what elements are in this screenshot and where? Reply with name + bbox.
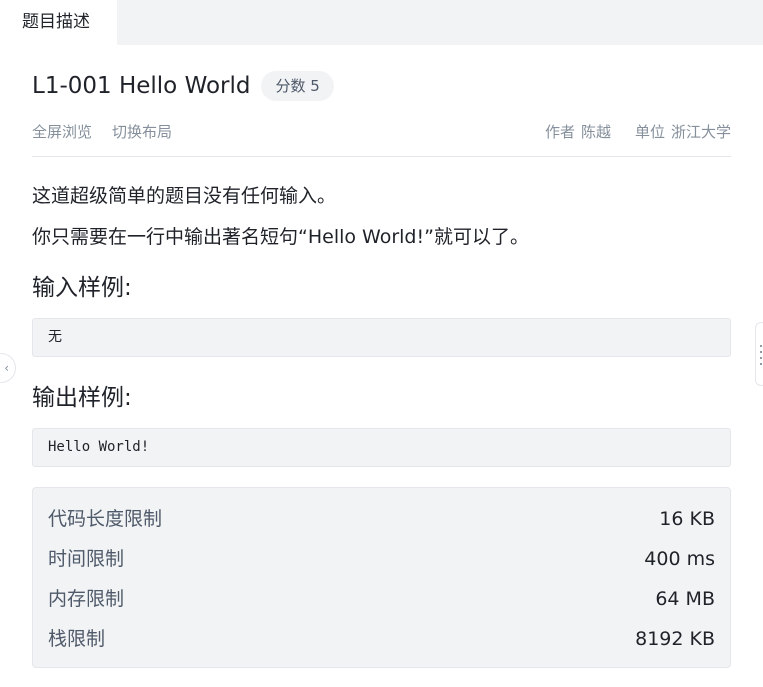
limit-label: 内存限制: [48, 588, 125, 610]
limit-label: 时间限制: [48, 548, 125, 570]
fullscreen-link[interactable]: 全屏浏览: [32, 121, 92, 142]
unit-info: 单位 浙江大学: [635, 121, 731, 142]
sample-output-code: Hello World!: [32, 428, 731, 467]
problem-title: L1-001 Hello World: [32, 73, 251, 99]
sample-input-title: 输入样例:: [32, 275, 132, 301]
description-paragraph: 你只需要在一行中输出著名短句“Hello World!”就可以了。: [32, 226, 529, 248]
problem-meta: 作者 陈越 单位 浙江大学: [521, 121, 731, 142]
limit-value: 16 KB: [659, 508, 715, 530]
switch-layout-link[interactable]: 切换布局: [112, 121, 172, 142]
limit-value: 64 MB: [655, 588, 715, 610]
author-name: 陈越: [580, 123, 611, 141]
description-paragraph: 这道超级简单的题目没有任何输入。: [32, 185, 337, 207]
drag-dots-icon: [760, 343, 762, 367]
score-badge: 分数 5: [261, 71, 334, 101]
limit-value: 8192 KB: [635, 628, 715, 650]
chevron-left-icon: ‹: [4, 361, 9, 375]
limit-row: 代码长度限制 16 KB: [48, 502, 715, 542]
author-label: 作者: [544, 123, 575, 141]
unit-name: 浙江大学: [670, 123, 731, 141]
limit-row: 栈限制 8192 KB: [48, 622, 715, 662]
limit-row: 时间限制 400 ms: [48, 542, 715, 582]
unit-label: 单位: [634, 123, 665, 141]
sample-input-code: 无: [32, 318, 731, 357]
tab-bar: 题目描述: [0, 0, 763, 45]
collapse-panel-button[interactable]: ‹: [0, 353, 16, 383]
limit-label: 栈限制: [48, 628, 106, 650]
resize-handle[interactable]: [755, 322, 763, 386]
limits-panel: 代码长度限制 16 KB 时间限制 400 ms 内存限制 64 MB 栈限制 …: [32, 487, 731, 668]
meta-row: 全屏浏览 切换布局 作者 陈越 单位 浙江大学: [32, 121, 731, 143]
title-row: L1-001 Hello World 分数 5: [32, 70, 334, 102]
sample-output-title: 输出样例:: [32, 385, 132, 411]
limit-value: 400 ms: [644, 548, 715, 570]
divider: [32, 156, 731, 157]
author-info: 作者 陈越: [545, 121, 611, 142]
limit-row: 内存限制 64 MB: [48, 582, 715, 622]
tab-problem-description[interactable]: 题目描述: [0, 0, 117, 45]
limit-label: 代码长度限制: [48, 508, 163, 530]
view-actions: 全屏浏览 切换布局: [32, 121, 192, 142]
